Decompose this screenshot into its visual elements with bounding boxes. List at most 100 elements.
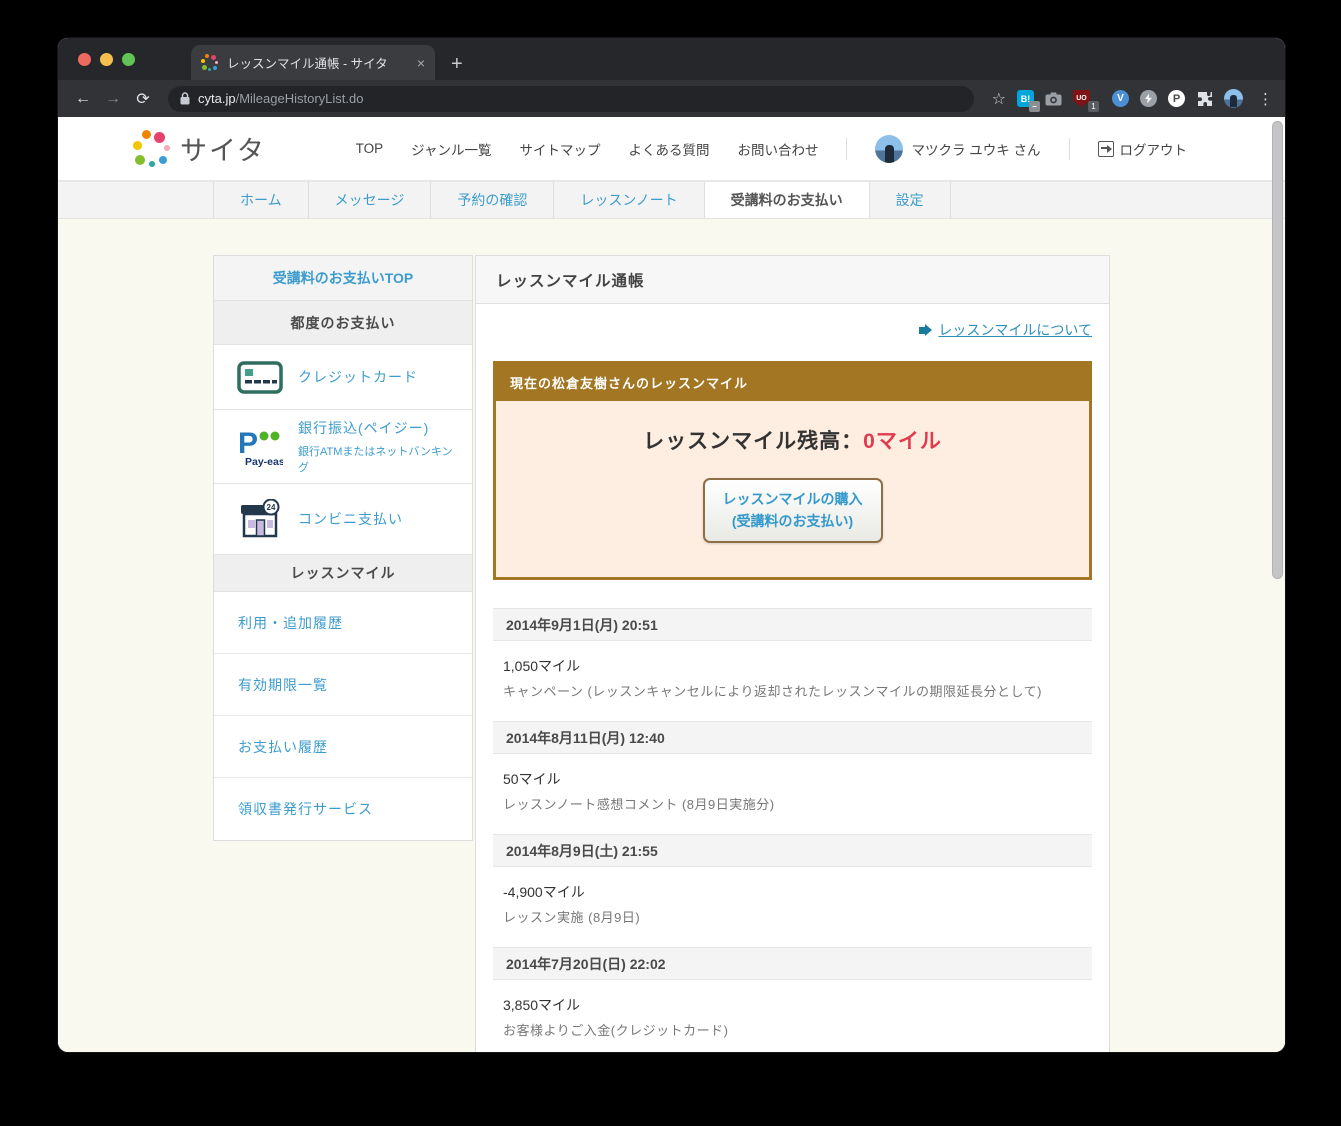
url-path: /MileageHistoryList.do	[236, 91, 364, 106]
browser-tab-strip: レッスンマイル通帳 - サイタ × +	[58, 38, 1285, 80]
sidebar-link-payment-history[interactable]: お支払い履歴	[214, 716, 472, 778]
camera-icon	[1045, 92, 1062, 106]
lightning-extension-icon[interactable]	[1140, 90, 1157, 107]
bolt-icon	[1145, 94, 1152, 104]
page-title: レッスンマイル通帳	[476, 256, 1109, 304]
user-avatar	[875, 135, 903, 163]
credit-card-label: クレジットカード	[298, 367, 418, 387]
payment-sidebar: 受講料のお支払いTOP 都度のお支払い クレジットカード	[213, 255, 473, 841]
reload-icon[interactable]: ⟳	[130, 86, 156, 112]
browser-window: レッスンマイル通帳 - サイタ × + ← → ⟳ cyta.jp/Mileag…	[58, 38, 1285, 1052]
sidebar-link-usage-history[interactable]: 利用・追加履歴	[214, 592, 472, 654]
sidebar-item-bank-transfer[interactable]: P Pay-easy 銀行振込(ペイジー) 銀行ATMまたはネットバンキング	[214, 410, 472, 484]
url-text: cyta.jp/MileageHistoryList.do	[198, 91, 363, 106]
content-area: 受講料のお支払いTOP 都度のお支払い クレジットカード	[58, 219, 1285, 1052]
history-date: 2014年7月20日(日) 22:02	[493, 947, 1092, 980]
sidebar-section-lesson-mile: レッスンマイル	[214, 555, 472, 592]
bookmark-star-icon[interactable]: ☆	[992, 89, 1006, 109]
about-lesson-mile-link[interactable]: レッスンマイルについて	[938, 320, 1092, 340]
balance-box-header: 現在の松倉友樹さんのレッスンマイル	[496, 364, 1089, 401]
arrow-right-icon	[919, 324, 932, 336]
credit-card-icon	[236, 361, 284, 394]
nav-genre-list[interactable]: ジャンル一覧	[411, 139, 491, 159]
nav-sitemap[interactable]: サイトマップ	[519, 139, 600, 159]
site-logo[interactable]: サイタ	[133, 129, 266, 168]
new-tab-button[interactable]: +	[451, 54, 463, 74]
hatena-badge: −	[1029, 101, 1040, 112]
tab-close-icon[interactable]: ×	[417, 55, 425, 71]
main-body: レッスンマイルについて 現在の松倉友樹さんのレッスンマイル レッスンマイル残高：…	[476, 304, 1109, 1052]
sidebar-item-credit-card[interactable]: クレジットカード	[214, 345, 472, 410]
user-info[interactable]: マツクラ ユウキ さん	[875, 135, 1040, 163]
logout-label: ログアウト	[1120, 139, 1188, 159]
history-date: 2014年8月9日(土) 21:55	[493, 834, 1092, 867]
logout-icon	[1098, 141, 1114, 157]
payeasy-icon: P Pay-easy	[236, 426, 284, 468]
history-date: 2014年9月1日(月) 20:51	[493, 608, 1092, 641]
browser-tab[interactable]: レッスンマイル通帳 - サイタ ×	[191, 45, 435, 80]
url-host: cyta.jp	[198, 91, 236, 106]
main-panel: レッスンマイル通帳 レッスンマイルについて 現在の松倉友樹さんのレッスンマイル …	[475, 255, 1110, 1052]
main-tab-nav: ホーム メッセージ 予約の確認 レッスンノート 受講料のお支払い 設定	[58, 181, 1285, 219]
profile-avatar[interactable]	[1224, 89, 1243, 108]
nav-contact[interactable]: お問い合わせ	[737, 139, 818, 159]
extensions-puzzle-icon[interactable]	[1196, 90, 1213, 107]
sidebar-payment-top-link[interactable]: 受講料のお支払いTOP	[214, 256, 472, 301]
header-nav: TOP ジャンル一覧 サイトマップ よくある質問 お問い合わせ マツクラ ユウキ…	[356, 135, 1187, 163]
buy-miles-button[interactable]: レッスンマイルの購入 (受講料のお支払い)	[703, 478, 883, 543]
tab-lesson-notes[interactable]: レッスンノート	[553, 182, 703, 218]
logout-button[interactable]: ログアウト	[1098, 139, 1188, 159]
mile-history-list: 2014年9月1日(月) 20:51 1,050マイル キャンペーン (レッスン…	[493, 608, 1092, 1052]
history-date: 2014年8月11日(月) 12:40	[493, 721, 1092, 754]
tab-title: レッスンマイル通帳 - サイタ	[227, 53, 408, 72]
tab-payment[interactable]: 受講料のお支払い	[704, 182, 869, 218]
balance-box: 現在の松倉友樹さんのレッスンマイル レッスンマイル残高：0マイル レッスンマイル…	[493, 361, 1092, 580]
site-logo-text: サイタ	[180, 129, 266, 168]
buy-button-line1: レッスンマイルの購入	[723, 489, 863, 511]
history-entry: 2014年8月9日(土) 21:55 -4,900マイル レッスン実施 (8月9…	[493, 834, 1092, 947]
zoom-window-button[interactable]	[122, 53, 135, 66]
tab-reservations[interactable]: 予約の確認	[430, 182, 553, 218]
history-miles: 3,850マイル	[503, 995, 1082, 1015]
nav-top[interactable]: TOP	[356, 141, 384, 156]
close-window-button[interactable]	[78, 53, 91, 66]
history-desc: お客様よりご入金(クレジットカード)	[503, 1020, 1082, 1039]
tab-settings[interactable]: 設定	[869, 182, 951, 218]
sidebar-link-expiry-list[interactable]: 有効期限一覧	[214, 654, 472, 716]
header-divider	[846, 138, 847, 160]
camera-extension-icon[interactable]	[1045, 90, 1062, 107]
history-entry: 2014年7月20日(日) 22:02 3,850マイル お客様よりご入金(クレ…	[493, 947, 1092, 1052]
nav-faq[interactable]: よくある質問	[628, 139, 709, 159]
sidebar-item-convenience-store[interactable]: 24 コンビニ支払い	[214, 484, 472, 555]
puzzle-icon	[1197, 91, 1213, 107]
page-scrollbar-thumb[interactable]	[1272, 121, 1283, 579]
browser-menu-icon[interactable]: ⋮	[1258, 90, 1273, 108]
address-bar[interactable]: cyta.jp/MileageHistoryList.do	[168, 86, 974, 112]
store-24-glyph: 24	[267, 503, 276, 512]
web-page: サイタ TOP ジャンル一覧 サイトマップ よくある質問 お問い合わせ マツクラ…	[58, 117, 1285, 1052]
site-header: サイタ TOP ジャンル一覧 サイトマップ よくある質問 お問い合わせ マツクラ…	[58, 117, 1285, 181]
tab-home[interactable]: ホーム	[213, 182, 308, 218]
ublock-badge: 1	[1088, 101, 1099, 112]
pinterest-extension-icon[interactable]: P	[1168, 90, 1185, 107]
history-body: 50マイル レッスンノート感想コメント (8月9日実施分)	[493, 754, 1092, 834]
vimium-extension-icon[interactable]: V	[1112, 90, 1129, 107]
tab-messages[interactable]: メッセージ	[308, 182, 431, 218]
convenience-store-icon: 24	[236, 499, 284, 539]
lock-icon	[180, 92, 190, 105]
history-body: 3,850マイル お客様よりご入金(クレジットカード)	[493, 980, 1092, 1052]
hatena-extension-icon[interactable]: B!−	[1017, 90, 1034, 107]
balance-value: 0マイル	[863, 430, 942, 453]
forward-icon[interactable]: →	[100, 86, 126, 112]
cyta-dots-logo-icon	[133, 130, 170, 167]
window-controls	[58, 38, 135, 80]
history-desc: レッスン実施 (8月9日)	[503, 907, 1082, 926]
convenience-store-label: コンビニ支払い	[298, 509, 403, 529]
minimize-window-button[interactable]	[100, 53, 113, 66]
balance-line: レッスンマイル残高：0マイル	[496, 425, 1089, 455]
history-body: 1,050マイル キャンペーン (レッスンキャンセルにより返却されたレッスンマイ…	[493, 641, 1092, 721]
back-icon[interactable]: ←	[70, 86, 96, 112]
history-entry: 2014年9月1日(月) 20:51 1,050マイル キャンペーン (レッスン…	[493, 608, 1092, 721]
sidebar-link-receipt-service[interactable]: 領収書発行サービス	[214, 778, 472, 840]
history-desc: キャンペーン (レッスンキャンセルにより返却されたレッスンマイルの期限延長分とし…	[503, 681, 1082, 700]
